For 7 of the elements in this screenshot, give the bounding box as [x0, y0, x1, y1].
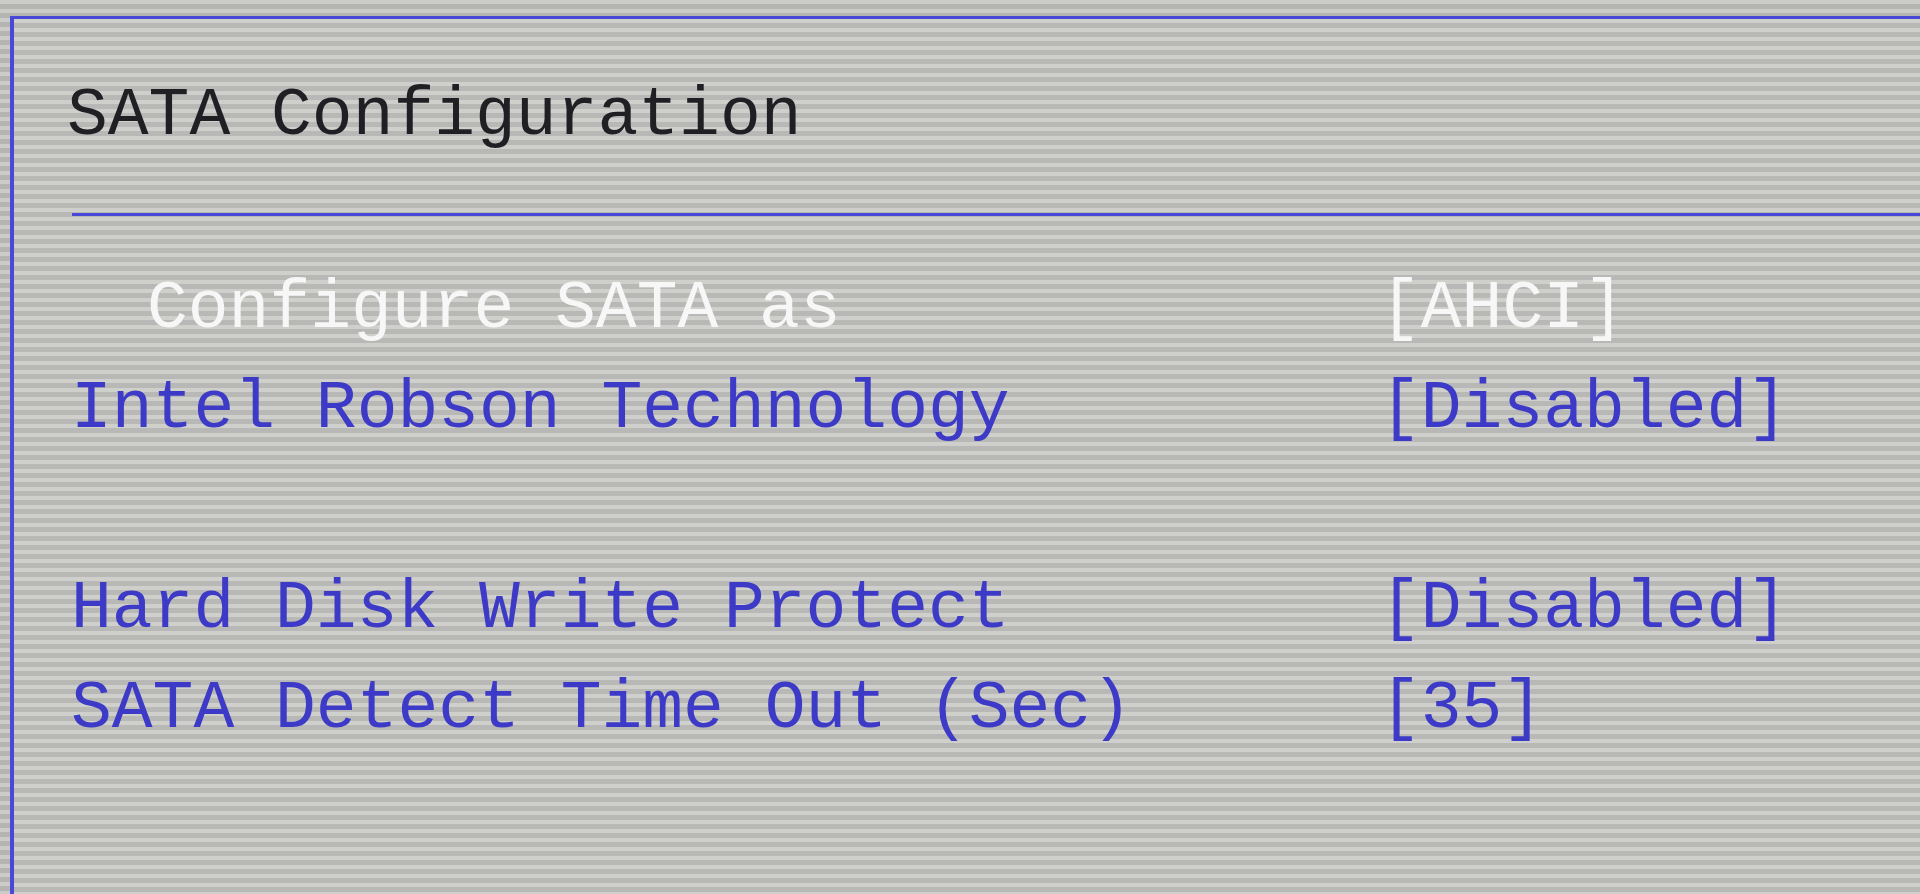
setting-value[interactable]: [Disabled]	[1380, 359, 1789, 459]
setting-label[interactable]: Hard Disk Write Protect	[71, 559, 1010, 659]
setting-label[interactable]: SATA Detect Time Out (Sec)	[71, 659, 1132, 759]
setting-value[interactable]: [Disabled]	[1380, 559, 1789, 659]
setting-label[interactable]: Intel Robson Technology	[71, 359, 1010, 459]
setting-value[interactable]: [35]	[1380, 659, 1544, 759]
screen-title: SATA Configuration	[66, 76, 802, 156]
